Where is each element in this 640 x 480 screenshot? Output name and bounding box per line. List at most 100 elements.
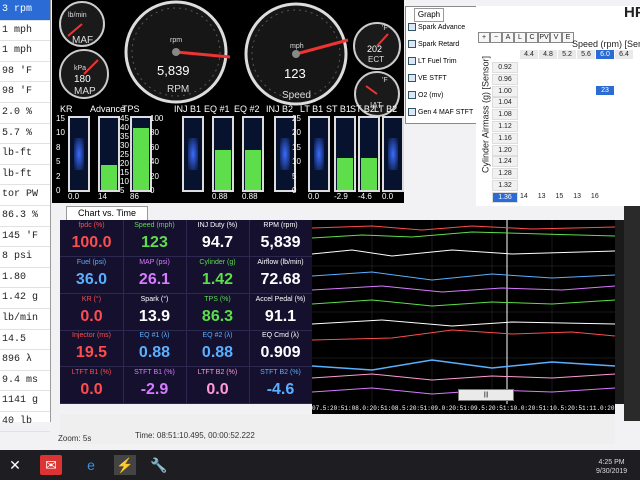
- data-cell[interactable]: STFT B1 (%) -2.9: [123, 367, 187, 405]
- time-chart[interactable]: [311, 220, 616, 404]
- table-column-header[interactable]: 5.2: [558, 50, 576, 59]
- rpm-label: RPM: [167, 84, 189, 95]
- mail-icon[interactable]: ✉: [40, 455, 62, 475]
- start-icon[interactable]: ✕: [4, 455, 26, 475]
- table-row-header[interactable]: 1.04: [492, 97, 518, 109]
- sensor-list-item[interactable]: 1 mph: [0, 41, 50, 62]
- data-cell[interactable]: LTFT B1 (%) 0.0: [60, 367, 124, 405]
- data-cell[interactable]: TPS (%) 86.3: [186, 293, 250, 331]
- data-cell[interactable]: MAP (psi) 26.1: [123, 256, 187, 294]
- table-toolbar-button[interactable]: V: [550, 32, 562, 43]
- table-row-header[interactable]: 0.92: [492, 62, 518, 73]
- table-row-header[interactable]: 1.28: [492, 168, 518, 180]
- checkbox-icon[interactable]: [408, 23, 416, 32]
- data-cell[interactable]: fpdc (%) 100.0: [60, 220, 124, 257]
- table-toolbar-button[interactable]: A: [502, 32, 514, 43]
- sensor-list-item[interactable]: lb-ft: [0, 144, 50, 165]
- table-row-header[interactable]: 1.00: [492, 85, 518, 97]
- table-column-header[interactable]: 5.6: [577, 50, 595, 59]
- data-cell-label: KR (°): [81, 295, 102, 303]
- sensor-list-item[interactable]: lb-ft: [0, 165, 50, 186]
- sensor-list-item[interactable]: 14.5: [0, 330, 50, 351]
- sensor-list-item[interactable]: 1141 g: [0, 391, 50, 412]
- table-row-header[interactable]: 0.96: [492, 73, 518, 85]
- table-column-header[interactable]: 6.4: [615, 50, 633, 59]
- table-row-header[interactable]: 1.20: [492, 144, 518, 156]
- table-row-header[interactable]: 1.24: [492, 156, 518, 168]
- sensor-list-item[interactable]: tor PW: [0, 185, 50, 206]
- table-row-header[interactable]: 1.08: [492, 109, 518, 121]
- bar-scale-tick: 0: [56, 186, 61, 195]
- sensor-list-item[interactable]: 896 λ: [0, 350, 50, 371]
- checkbox-icon[interactable]: [408, 91, 416, 100]
- checkbox-icon[interactable]: [408, 108, 416, 117]
- sensor-list-item[interactable]: 1.80: [0, 268, 50, 289]
- graph-item[interactable]: Spark Retard: [408, 38, 474, 51]
- sensor-list-item[interactable]: 1.42 g: [0, 288, 50, 309]
- taskbar-clock[interactable]: 4:25 PM 9/30/2019: [596, 458, 627, 476]
- sensor-list-item[interactable]: 40 lb: [0, 412, 50, 433]
- sensor-list-item[interactable]: 145 'F: [0, 227, 50, 248]
- data-cell[interactable]: EQ #2 (λ) 0.88: [186, 330, 250, 368]
- bar-scale-tick: 15: [56, 114, 65, 123]
- data-cell[interactable]: Spark (°) 13.9: [123, 293, 187, 331]
- table-row-values[interactable]: 23: [596, 85, 614, 95]
- data-cell[interactable]: EQ Cmd (λ) 0.909: [249, 330, 313, 368]
- sensor-list-item[interactable]: 5.7 %: [0, 124, 50, 145]
- chart-scrollbar[interactable]: [615, 220, 624, 404]
- table-column-header[interactable]: 6.0: [596, 50, 614, 59]
- graph-item[interactable]: Gen 4 MAF STFT: [408, 106, 474, 119]
- table-row-header[interactable]: 1.12: [492, 121, 518, 132]
- sensor-list-item[interactable]: 98 'F: [0, 82, 50, 103]
- sensor-list-item[interactable]: 2.0 %: [0, 103, 50, 124]
- data-cell[interactable]: Injector (ms) 19.5: [60, 330, 124, 368]
- table-row-header[interactable]: 1.36: [492, 191, 518, 203]
- data-cell[interactable]: STFT B2 (%) -4.6: [249, 367, 313, 405]
- checkbox-icon[interactable]: [408, 57, 416, 66]
- bar-scale-tick: 15: [120, 168, 129, 177]
- chart-scroll-thumb[interactable]: |||: [458, 389, 514, 401]
- data-cell[interactable]: KR (°) 0.0: [60, 293, 124, 331]
- table-toolbar-button[interactable]: PV: [538, 32, 550, 43]
- graph-item[interactable]: O2 (mv): [408, 89, 474, 102]
- sensor-list[interactable]: 3 rpm 1 mph 1 mph 98 'F 98 'F 2.0 % 5.7 % lb-ft…: [0, 0, 51, 433]
- data-cell[interactable]: EQ #1 (λ) 0.88: [123, 330, 187, 368]
- graph-item[interactable]: LT Fuel Trim: [408, 55, 474, 68]
- table-toolbar-button[interactable]: −: [490, 32, 502, 43]
- table-row-header[interactable]: 1.16: [492, 132, 518, 144]
- table-column-header[interactable]: 4.4: [520, 50, 538, 59]
- wrench-icon[interactable]: 🔧: [148, 455, 170, 475]
- checkbox-icon[interactable]: [408, 74, 416, 83]
- data-cell-value: 0.909: [260, 344, 301, 362]
- tab-graph[interactable]: Graph: [414, 8, 444, 22]
- rpm-unit: rpm: [170, 37, 182, 44]
- sensor-list-item[interactable]: 86.3 %: [0, 206, 50, 227]
- table-column-header[interactable]: 4.8: [539, 50, 557, 59]
- checkbox-icon[interactable]: [408, 40, 416, 49]
- data-cell[interactable]: Cylinder (g) 1.42: [186, 256, 250, 294]
- edge-icon[interactable]: e: [80, 455, 102, 475]
- data-cell[interactable]: RPM (rpm) 5,839: [249, 220, 313, 257]
- bar-scale-tick: 20: [120, 159, 129, 168]
- data-cell[interactable]: Airflow (lb/min) 72.68: [249, 256, 313, 294]
- data-cell[interactable]: Accel Pedal (%) 91.1: [249, 293, 313, 331]
- bar-gauge: [334, 116, 356, 192]
- hp-tuners-icon[interactable]: ⚡: [114, 455, 136, 475]
- sensor-list-item[interactable]: 98 'F: [0, 62, 50, 83]
- graph-item[interactable]: Spark Advance: [408, 21, 474, 34]
- sensor-list-item[interactable]: 8 psi: [0, 247, 50, 268]
- table-row-values[interactable]: 14 13 15 13 16: [520, 192, 634, 201]
- sensor-list-item[interactable]: lb/min: [0, 309, 50, 330]
- sensor-list-item[interactable]: 1 mph: [0, 21, 50, 42]
- table-toolbar-button[interactable]: C: [526, 32, 538, 43]
- table-toolbar-button[interactable]: L: [514, 32, 526, 43]
- tab-chart-vs-time[interactable]: Chart vs. Time: [66, 206, 148, 221]
- table-row-header[interactable]: 1.32: [492, 180, 518, 191]
- data-cell[interactable]: Speed (mph) 123: [123, 220, 187, 257]
- data-cell[interactable]: INJ Duty (%) 94.7: [186, 220, 250, 257]
- graph-item[interactable]: VE STFT: [408, 72, 474, 85]
- sensor-list-item[interactable]: 9.4 ms: [0, 371, 50, 392]
- sensor-list-item[interactable]: 3 rpm: [0, 0, 50, 21]
- data-cell[interactable]: Fuel (psi) 36.0: [60, 256, 124, 294]
- data-cell[interactable]: LTFT B2 (%) 0.0: [186, 367, 250, 405]
